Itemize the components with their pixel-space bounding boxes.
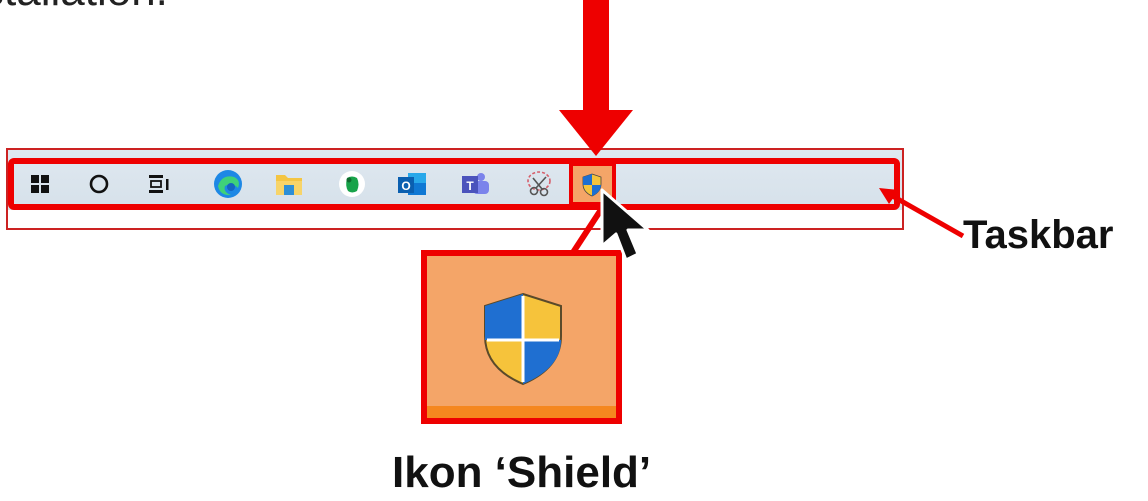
teams-icon[interactable]: T — [459, 169, 491, 199]
task-view-icon[interactable] — [146, 171, 172, 197]
snipping-tool-icon[interactable] — [524, 169, 556, 199]
taskbar-highlight-box — [8, 158, 900, 210]
edge-icon[interactable] — [212, 168, 244, 200]
zoom-box-bottom-bar — [427, 406, 616, 418]
shield-icon-large — [484, 292, 562, 386]
shield-label: Ikon ‘Shield’ — [392, 448, 652, 497]
shield-zoom-box — [421, 250, 622, 424]
instruction-text: stallation. — [0, 0, 168, 16]
arrow-down-icon — [559, 0, 633, 156]
file-explorer-icon[interactable] — [274, 169, 304, 199]
svg-text:O: O — [401, 179, 410, 193]
cortana-search-icon[interactable] — [86, 171, 112, 197]
windows-start-icon[interactable] — [27, 171, 53, 197]
taskbar-pointer-arrow — [879, 188, 965, 239]
svg-text:T: T — [466, 179, 474, 193]
outlook-icon[interactable]: O — [396, 169, 428, 199]
mouse-cursor-icon — [600, 188, 650, 262]
taskbar-label: Taskbar — [963, 213, 1114, 257]
evernote-icon[interactable] — [338, 170, 366, 198]
